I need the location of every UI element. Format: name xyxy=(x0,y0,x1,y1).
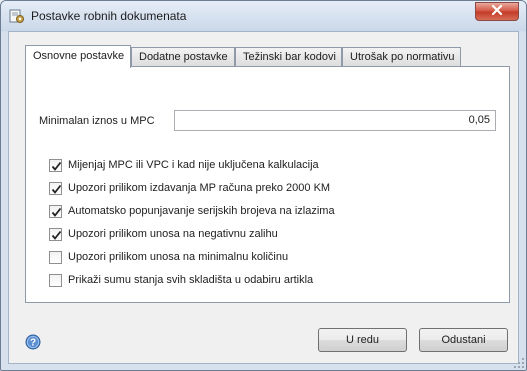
tab-osnovne-postavke[interactable]: Osnovne postavke xyxy=(25,45,131,68)
tab-dodatne-postavke[interactable]: Dodatne postavke xyxy=(131,47,235,67)
tab-tezinski-bar-kodovi[interactable]: Težinski bar kodovi xyxy=(235,47,342,67)
checkbox[interactable] xyxy=(49,273,62,287)
settings-document-icon xyxy=(9,9,25,24)
checkbox-label: Mijenjaj MPC ili VPC i kad nije uključen… xyxy=(68,159,319,171)
checkbox-row[interactable]: Upozori prilikom izdavanja MP računa pre… xyxy=(49,180,330,196)
dialog-window: Postavke robnih dokumenata Osnovne posta… xyxy=(0,0,527,371)
dialog-client-area: Osnovne postavke Dodatne postavke Težins… xyxy=(8,31,519,364)
tab-utrosak-po-normativu[interactable]: Utrošak po normativu xyxy=(342,47,461,67)
checkbox-row[interactable]: Upozori prilikom unosa na negativnu zali… xyxy=(49,226,278,242)
checkbox[interactable] xyxy=(49,158,62,172)
min-amount-label: Minimalan iznos u MPC xyxy=(39,115,155,127)
help-icon[interactable]: ? xyxy=(25,334,41,350)
checkbox-label: Automatsko popunjavanje serijskih brojev… xyxy=(68,205,335,217)
checkbox[interactable] xyxy=(49,227,62,241)
resize-grip-icon[interactable] xyxy=(514,358,524,368)
checkbox[interactable] xyxy=(49,181,62,195)
title-bar[interactable]: Postavke robnih dokumenata xyxy=(1,1,526,31)
tab-panel-osnovne: Minimalan iznos u MPC 0,05 Mijenjaj MPC … xyxy=(25,66,510,303)
checkbox-label: Prikaži sumu stanja svih skladišta u oda… xyxy=(68,274,314,286)
ok-button[interactable]: U redu xyxy=(318,328,407,352)
checkbox-row[interactable]: Upozori prilikom unosa na minimalnu koli… xyxy=(49,249,288,265)
checkbox[interactable] xyxy=(49,250,62,264)
close-icon xyxy=(491,4,503,18)
cancel-button[interactable]: Odustani xyxy=(419,328,508,352)
checkbox-row[interactable]: Mijenjaj MPC ili VPC i kad nije uključen… xyxy=(49,157,319,173)
min-amount-input[interactable]: 0,05 xyxy=(174,110,496,131)
checkbox-row[interactable]: Prikaži sumu stanja svih skladišta u oda… xyxy=(49,272,313,288)
checkbox-label: Upozori prilikom unosa na negativnu zali… xyxy=(68,228,278,240)
checkbox-label: Upozori prilikom izdavanja MP računa pre… xyxy=(68,182,331,194)
checkbox-label: Upozori prilikom unosa na minimalnu koli… xyxy=(68,251,289,263)
checkbox-row[interactable]: Automatsko popunjavanje serijskih brojev… xyxy=(49,203,335,219)
checkbox[interactable] xyxy=(49,204,62,218)
window-title: Postavke robnih dokumenata xyxy=(31,9,187,23)
svg-text:?: ? xyxy=(30,338,36,349)
close-button[interactable] xyxy=(475,2,519,21)
